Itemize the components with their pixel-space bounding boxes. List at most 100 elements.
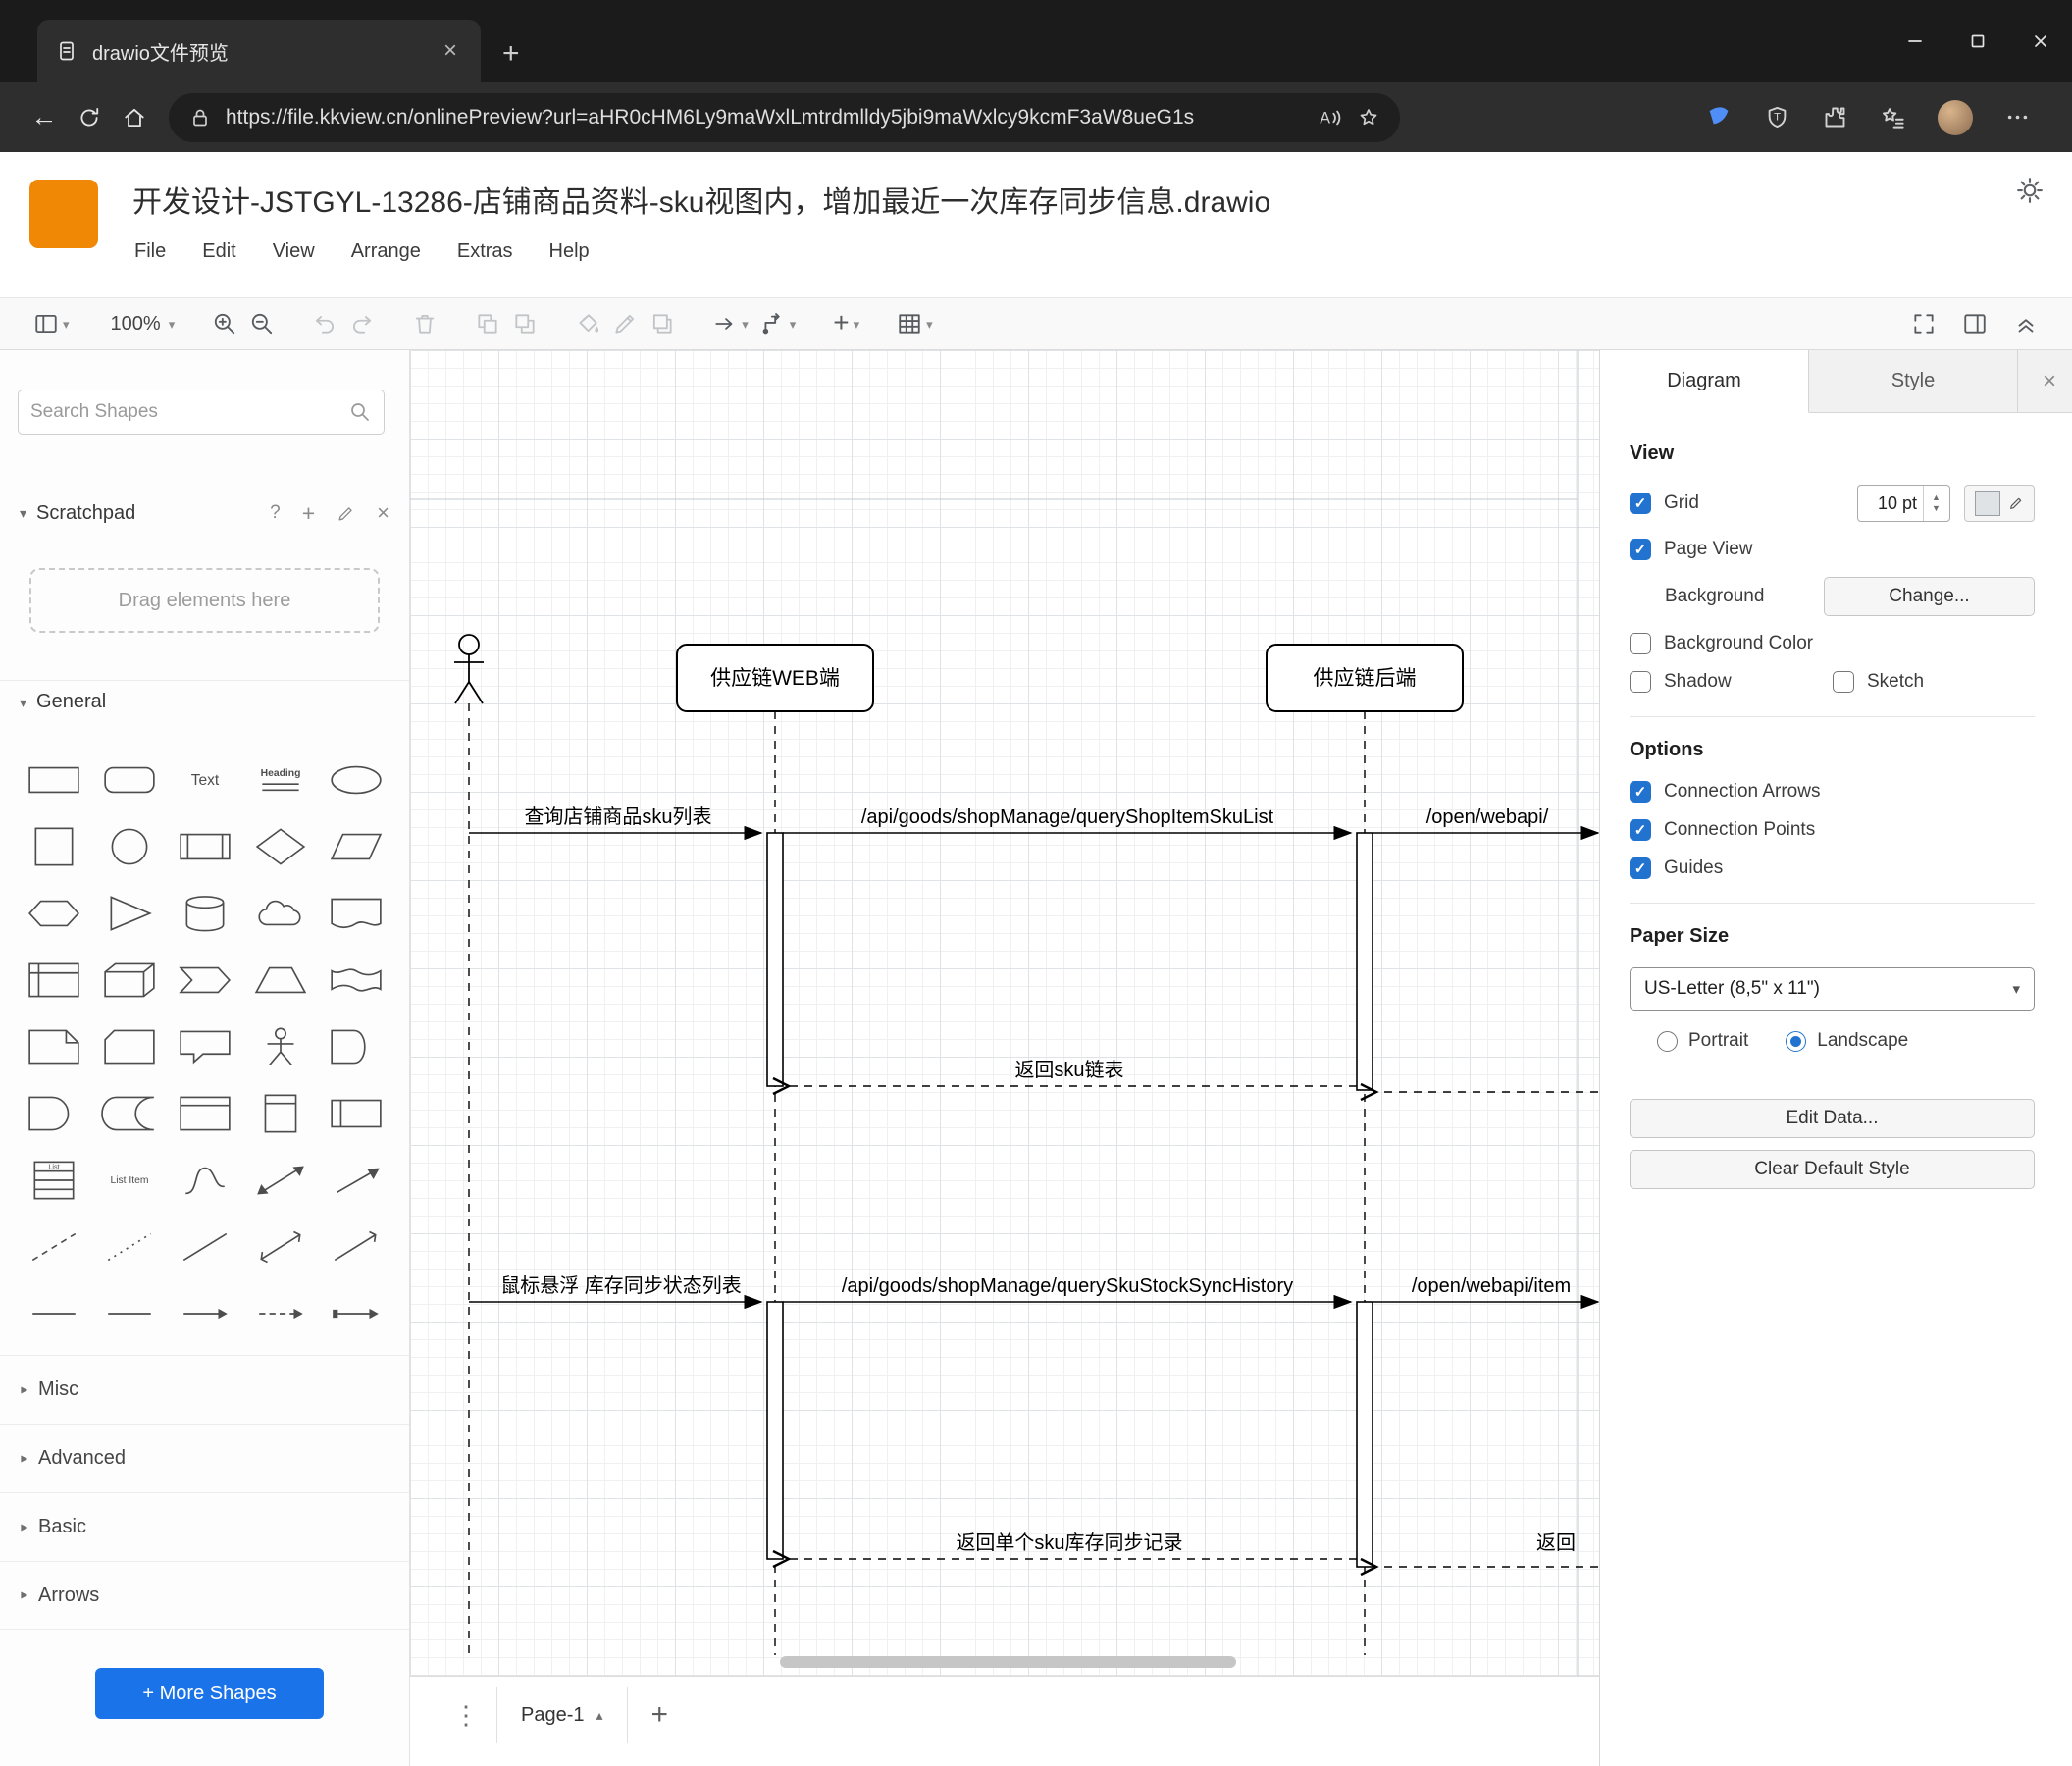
shape-line[interactable]	[174, 1221, 236, 1273]
shape-cube[interactable]	[98, 955, 161, 1006]
shape-vertical-container[interactable]	[249, 1088, 312, 1139]
fill-color-button[interactable]	[569, 303, 606, 344]
activation-backend-2[interactable]	[1356, 1301, 1373, 1568]
shape-horizontal-arrow[interactable]	[174, 1288, 236, 1339]
scratchpad-drop-area[interactable]: Drag elements here	[29, 568, 380, 633]
line-color-button[interactable]	[606, 303, 644, 344]
favorite-star-icon[interactable]	[1357, 106, 1380, 130]
shape-dotted-line[interactable]	[98, 1221, 161, 1273]
scratchpad-edit-pencil-icon[interactable]	[337, 504, 355, 523]
section-misc[interactable]: ▾ Misc	[0, 1355, 409, 1424]
pages-menu-icon[interactable]: ⋮	[440, 1700, 492, 1731]
shape-bidirectional-arrow[interactable]	[249, 1155, 312, 1206]
shadow-checkbox[interactable]	[1630, 671, 1651, 693]
stepper-up-icon[interactable]: ▲	[1932, 493, 1941, 503]
activation-web-2[interactable]	[766, 1301, 784, 1560]
message-label[interactable]: 返回sku链表	[1014, 1059, 1123, 1081]
shape-internal-storage[interactable]	[23, 955, 85, 1006]
shape-parallelogram[interactable]	[325, 821, 388, 872]
drawing-canvas[interactable]: 供应链WEB端 供应链后端 查询店铺商品sku列表 /api/goods/sho…	[410, 350, 1599, 1676]
connection-arrows-checkbox[interactable]	[1630, 781, 1651, 803]
section-basic[interactable]: ▾ Basic	[0, 1492, 409, 1561]
format-panel-close-icon[interactable]: ×	[2027, 350, 2072, 412]
shape-link[interactable]	[23, 1288, 85, 1339]
section-advanced[interactable]: ▾ Advanced	[0, 1424, 409, 1492]
redo-button[interactable]	[343, 303, 381, 344]
search-shapes-box[interactable]	[18, 390, 385, 435]
fullscreen-button[interactable]	[1905, 303, 1942, 344]
shape-cloud[interactable]	[249, 888, 312, 939]
delete-button[interactable]	[406, 303, 443, 344]
message-label[interactable]: /api/goods/shopManage/queryShopItemSkuLi…	[861, 806, 1274, 828]
minimize-button[interactable]	[1884, 12, 1946, 71]
lifeline-box-backend[interactable]: 供应链后端	[1266, 644, 1464, 712]
background-color-checkbox[interactable]	[1630, 633, 1651, 654]
shape-document[interactable]	[325, 888, 388, 939]
shape-callout[interactable]	[174, 1021, 236, 1072]
lifeline-box-web[interactable]: 供应链WEB端	[676, 644, 874, 712]
shape-actor[interactable]	[249, 1021, 312, 1072]
add-page-button[interactable]: +	[632, 1698, 689, 1732]
portrait-radio[interactable]	[1657, 1030, 1678, 1052]
message-label[interactable]: 返回	[1536, 1532, 1576, 1554]
shape-hexagon[interactable]	[23, 888, 85, 939]
shape-note[interactable]	[23, 1021, 85, 1072]
shape-horizontal-connector[interactable]	[325, 1288, 388, 1339]
new-tab-button[interactable]: +	[502, 37, 520, 71]
menu-arrange[interactable]: Arrange	[351, 240, 421, 263]
section-general[interactable]: ▾ General	[0, 680, 409, 723]
shape-square[interactable]	[23, 821, 85, 872]
landscape-option[interactable]: Landscape	[1786, 1030, 1908, 1052]
browser-menu-icon[interactable]	[2004, 104, 2031, 130]
shadow-button[interactable]	[644, 303, 681, 344]
landscape-radio[interactable]	[1786, 1030, 1807, 1052]
paper-size-select[interactable]: US-Letter (8,5" x 11") ▾	[1630, 967, 2035, 1011]
collapse-toolbar-button[interactable]	[2007, 303, 2045, 344]
shape-ellipse[interactable]	[325, 754, 388, 805]
close-window-button[interactable]	[2009, 12, 2072, 71]
grid-color-button[interactable]	[1964, 485, 2035, 522]
menu-extras[interactable]: Extras	[457, 240, 513, 263]
connection-points-checkbox[interactable]	[1630, 819, 1651, 841]
waypoint-style-button[interactable]: ▾	[754, 303, 803, 344]
zoom-level-button[interactable]: 100% ▾	[101, 303, 181, 344]
menu-edit[interactable]: Edit	[202, 240, 235, 263]
scratchpad-close-icon[interactable]: ×	[377, 500, 389, 526]
menu-file[interactable]: File	[134, 240, 166, 263]
shape-heading[interactable]: Heading	[249, 754, 312, 805]
message-label[interactable]: /open/webapi/	[1426, 806, 1549, 828]
back-button[interactable]: ←	[22, 95, 67, 140]
theme-toggle-sun-icon[interactable]	[2015, 176, 2045, 205]
browser-tab[interactable]: drawio文件预览 ×	[37, 20, 481, 82]
guides-checkbox[interactable]	[1630, 857, 1651, 879]
activation-backend-1[interactable]	[1356, 832, 1373, 1091]
activation-web-1[interactable]	[766, 832, 784, 1087]
zoom-in-button[interactable]	[206, 303, 243, 344]
tab-diagram[interactable]: Diagram	[1600, 350, 1809, 413]
portrait-option[interactable]: Portrait	[1657, 1030, 1748, 1052]
shape-process[interactable]	[174, 821, 236, 872]
table-button[interactable]: ▾	[891, 303, 939, 344]
shape-diamond[interactable]	[249, 821, 312, 872]
refresh-button[interactable]	[67, 95, 112, 140]
shape-trapezoid[interactable]	[249, 955, 312, 1006]
message-label[interactable]: /open/webapi/item	[1412, 1275, 1571, 1297]
message-label[interactable]: 返回单个sku库存同步记录	[956, 1532, 1182, 1554]
undo-button[interactable]	[306, 303, 343, 344]
shape-step[interactable]	[174, 955, 236, 1006]
stepper-arrows[interactable]: ▲ ▼	[1923, 486, 1948, 521]
shape-triangle[interactable]	[98, 888, 161, 939]
scratchpad-help-icon[interactable]: ?	[270, 502, 281, 524]
extensions-puzzle-icon[interactable]	[1822, 104, 1848, 130]
shape-or[interactable]	[325, 1021, 388, 1072]
shape-horizontal-container[interactable]	[325, 1088, 388, 1139]
menu-help[interactable]: Help	[549, 240, 590, 263]
shape-rounded-rectangle[interactable]	[98, 754, 161, 805]
shape-curve[interactable]	[174, 1155, 236, 1206]
profile-avatar[interactable]	[1938, 99, 1973, 135]
edit-data-button[interactable]: Edit Data...	[1630, 1099, 2035, 1138]
shape-and[interactable]	[23, 1088, 85, 1139]
maximize-button[interactable]	[1946, 12, 2009, 71]
stepper-down-icon[interactable]: ▼	[1932, 503, 1941, 514]
scratchpad-add-icon[interactable]: +	[302, 500, 315, 527]
